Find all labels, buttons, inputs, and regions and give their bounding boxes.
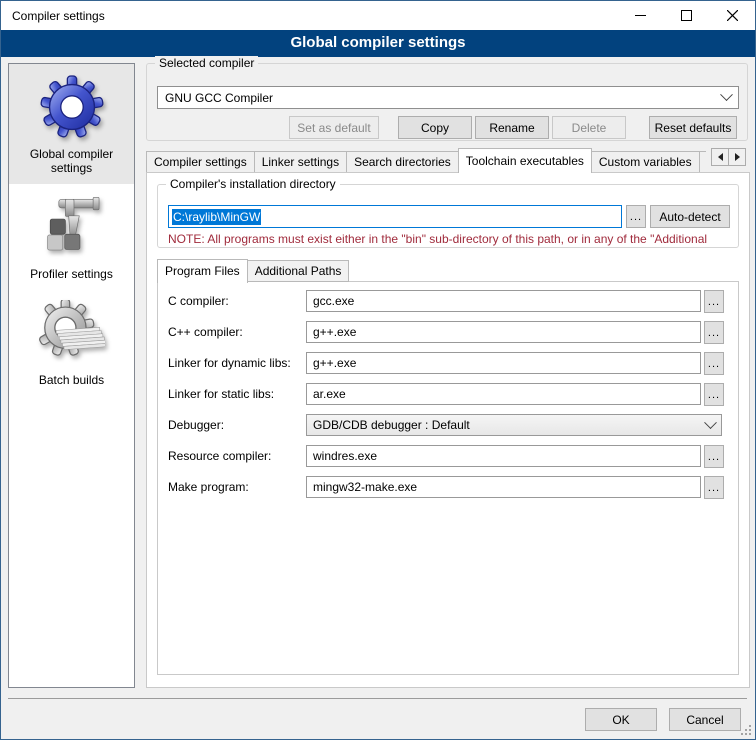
static-linker-input[interactable]: ar.exe — [306, 383, 701, 405]
set-as-default-button: Set as default — [289, 116, 379, 139]
cpp-compiler-row: C++ compiler: g++.exe ... — [158, 321, 738, 344]
delete-button: Delete — [552, 116, 626, 139]
cpp-compiler-browse-button[interactable]: ... — [704, 321, 724, 344]
c-compiler-row: C compiler: gcc.exe ... — [158, 290, 738, 313]
debugger-select[interactable]: GDB/CDB debugger : Default — [306, 414, 722, 436]
resource-compiler-row: Resource compiler: windres.exe ... — [158, 445, 738, 468]
debugger-label: Debugger: — [168, 418, 224, 432]
tab-scroll-buttons — [712, 148, 746, 166]
settings-category-list: Global compiler settings — [8, 63, 135, 688]
tab-custom-variables[interactable]: Custom variables — [591, 151, 700, 173]
cancel-button[interactable]: Cancel — [669, 708, 741, 731]
make-program-label: Make program: — [168, 480, 249, 494]
tab-additional-paths[interactable]: Additional Paths — [247, 260, 350, 282]
auto-detect-button[interactable]: Auto-detect — [650, 205, 730, 228]
debugger-value: GDB/CDB debugger : Default — [313, 418, 470, 432]
cpp-compiler-input[interactable]: g++.exe — [306, 321, 701, 343]
dynamic-linker-browse-button[interactable]: ... — [704, 352, 724, 375]
c-compiler-value: gcc.exe — [313, 294, 354, 308]
copy-button[interactable]: Copy — [398, 116, 472, 139]
installation-directory-input[interactable]: C:\raylib\MinGW — [168, 205, 622, 228]
compiler-settings-dialog: Compiler settings Global compiler settin… — [0, 0, 756, 740]
resize-grip[interactable] — [740, 724, 753, 737]
tab-scroll-right-button[interactable] — [728, 148, 746, 166]
arrow-left-icon — [718, 153, 723, 161]
dynamic-linker-label: Linker for dynamic libs: — [168, 356, 291, 370]
program-files-page: C compiler: gcc.exe ... C++ compiler: g+… — [157, 281, 739, 675]
selected-compiler-group: Selected compiler GNU GCC Compiler Set a… — [146, 63, 748, 141]
dynamic-linker-value: g++.exe — [313, 356, 356, 370]
reset-defaults-button[interactable]: Reset defaults — [649, 116, 737, 139]
minimize-button[interactable] — [617, 1, 663, 30]
rename-button[interactable]: Rename — [475, 116, 549, 139]
tab-search-directories[interactable]: Search directories — [346, 151, 459, 173]
make-program-row: Make program: mingw32-make.exe ... — [158, 476, 738, 499]
selected-compiler-group-label: Selected compiler — [155, 56, 258, 70]
cpp-compiler-value: g++.exe — [313, 325, 356, 339]
tab-program-files[interactable]: Program Files — [157, 259, 248, 283]
ok-button[interactable]: OK — [585, 708, 657, 731]
compiler-select-value: GNU GCC Compiler — [165, 91, 273, 105]
installation-directory-value: C:\raylib\MinGW — [172, 209, 261, 225]
cpp-compiler-label: C++ compiler: — [168, 325, 243, 339]
static-linker-value: ar.exe — [313, 387, 346, 401]
maximize-button[interactable] — [663, 1, 709, 30]
resource-compiler-input[interactable]: windres.exe — [306, 445, 701, 467]
resource-compiler-value: windres.exe — [313, 449, 377, 463]
sidebar-item-label: Profiler settings — [12, 267, 131, 281]
dynamic-linker-input[interactable]: g++.exe — [306, 352, 701, 374]
minimize-icon — [635, 10, 646, 21]
tab-toolchain-executables[interactable]: Toolchain executables — [458, 148, 592, 173]
sidebar-item-label: Global compiler settings — [12, 147, 131, 175]
debugger-row: Debugger: GDB/CDB debugger : Default — [158, 414, 738, 437]
make-program-browse-button[interactable]: ... — [704, 476, 724, 499]
static-linker-browse-button[interactable]: ... — [704, 383, 724, 406]
resource-compiler-browse-button[interactable]: ... — [704, 445, 724, 468]
compiler-actions: Set as default Copy Rename Delete Reset … — [157, 116, 737, 139]
static-linker-label: Linker for static libs: — [168, 387, 274, 401]
sidebar-item-profiler-settings[interactable]: Profiler settings — [9, 184, 134, 290]
close-icon — [727, 10, 738, 21]
resource-compiler-label: Resource compiler: — [168, 449, 271, 463]
static-linker-row: Linker for static libs: ar.exe ... — [158, 383, 738, 406]
tab-scroll-left-button[interactable] — [711, 148, 729, 166]
window-title: Compiler settings — [12, 9, 105, 23]
tab-compiler-settings[interactable]: Compiler settings — [146, 151, 255, 173]
gear-stack-icon — [39, 300, 105, 366]
tab-build-options[interactable]: Build — [699, 151, 706, 173]
footer-divider — [8, 698, 747, 699]
tab-linker-settings[interactable]: Linker settings — [254, 151, 347, 173]
blue-gear-icon — [39, 74, 105, 140]
program-tabstrip: Program Files Additional Paths — [157, 258, 349, 282]
caliper-icon — [39, 194, 105, 260]
sidebar-item-global-compiler-settings[interactable]: Global compiler settings — [9, 64, 134, 184]
make-program-input[interactable]: mingw32-make.exe — [306, 476, 701, 498]
dynamic-linker-row: Linker for dynamic libs: g++.exe ... — [158, 352, 738, 375]
main-panel: Selected compiler GNU GCC Compiler Set a… — [146, 57, 750, 740]
make-program-value: mingw32-make.exe — [313, 480, 417, 494]
close-button[interactable] — [709, 1, 755, 30]
page-title: Global compiler settings — [1, 30, 755, 57]
c-compiler-browse-button[interactable]: ... — [704, 290, 724, 313]
compiler-select[interactable]: GNU GCC Compiler — [157, 86, 739, 109]
maximize-icon — [681, 10, 692, 21]
toolchain-executables-page: Compiler's installation directory C:\ray… — [146, 172, 750, 688]
installation-directory-group: Compiler's installation directory C:\ray… — [157, 184, 739, 248]
bin-subdirectory-note: NOTE: All programs must exist either in … — [168, 232, 737, 246]
installation-directory-group-label: Compiler's installation directory — [166, 177, 340, 191]
settings-tabstrip: Compiler settings Linker settings Search… — [146, 147, 706, 173]
dialog-body: Global compiler settings — [1, 57, 755, 739]
arrow-right-icon — [735, 153, 740, 161]
chevron-down-icon — [720, 88, 733, 101]
sidebar-item-batch-builds[interactable]: Batch builds — [9, 290, 134, 396]
c-compiler-label: C compiler: — [168, 294, 229, 308]
window-controls — [617, 1, 755, 30]
chevron-down-icon — [704, 416, 717, 429]
c-compiler-input[interactable]: gcc.exe — [306, 290, 701, 312]
installation-directory-browse-button[interactable]: ... — [626, 205, 646, 228]
sidebar-item-label: Batch builds — [12, 373, 131, 387]
title-bar[interactable]: Compiler settings — [1, 1, 755, 30]
